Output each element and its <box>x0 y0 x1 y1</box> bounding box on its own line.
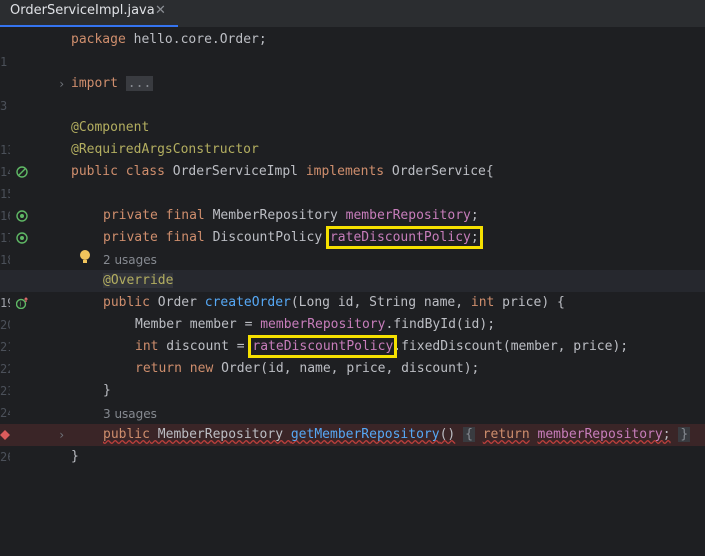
usages-hint[interactable]: 3 usages <box>103 405 157 423</box>
statement: .fixedDiscount(member, price); <box>393 339 629 354</box>
class-name: OrderServiceImpl <box>164 164 306 179</box>
editor-tab-bar: OrderServiceImpl.java ✕ <box>0 0 705 28</box>
keyword: public <box>71 164 118 179</box>
code-line: 3 › import ... <box>0 73 705 113</box>
keyword: public <box>103 295 150 310</box>
bean-icon[interactable] <box>16 210 28 222</box>
semicolon: ; <box>470 230 479 245</box>
keyword: private final <box>103 230 205 245</box>
code-line: 20 I public Order createOrder(Long id, S… <box>0 292 705 332</box>
interface-name: OrderService{ <box>384 164 494 179</box>
close-icon[interactable]: ✕ <box>155 3 166 18</box>
tab-orderserviceimpl[interactable]: OrderServiceImpl.java ✕ <box>0 0 178 27</box>
keyword: int <box>135 339 159 354</box>
code-line: 13 @Component <box>0 117 705 157</box>
semicolon: ; <box>662 427 671 442</box>
brace-fold[interactable]: { <box>463 427 475 442</box>
annotation: @RequiredArgsConstructor <box>71 142 259 157</box>
keyword: package <box>71 32 126 47</box>
field-type: MemberRepository <box>204 208 346 223</box>
keyword: return <box>135 361 182 376</box>
breakpoint-icon[interactable] <box>0 430 10 440</box>
annotation: @Override <box>103 273 174 288</box>
code-line: 15 public class OrderServiceImpl impleme… <box>0 161 705 201</box>
override-icon[interactable]: I <box>16 297 28 309</box>
params: price) { <box>494 295 565 310</box>
code-line: 16 <box>0 183 705 223</box>
code-line-current: 19 @Override <box>0 270 705 310</box>
return-type: MemberRepository <box>149 427 291 442</box>
code-line-breakpoint: 26 › public MemberRepository getMemberRe… <box>0 424 705 464</box>
code-line: } <box>0 446 705 468</box>
method-name: createOrder <box>204 295 291 310</box>
svg-text:I: I <box>19 301 21 309</box>
field-name-highlighted: rateDiscountPolicy <box>329 230 471 245</box>
keyword: public <box>103 427 150 442</box>
code-line: 1 package hello.core.Order; <box>0 29 705 69</box>
statement: Order(id, name, price, discount); <box>213 361 480 376</box>
semicolon: ; <box>470 208 479 223</box>
code-line: 14 @RequiredArgsConstructor <box>0 139 705 179</box>
keyword: return <box>482 427 530 442</box>
brace-fold[interactable]: } <box>678 427 691 442</box>
fold-expand-icon[interactable]: › <box>58 424 65 446</box>
brace: } <box>103 383 111 398</box>
line-number: 1 <box>0 55 8 69</box>
field-type: DiscountPolicy <box>204 230 330 245</box>
keyword: class <box>125 164 165 179</box>
field-ref-highlighted: rateDiscountPolicy <box>248 335 398 358</box>
tab-title: OrderServiceImpl.java <box>10 3 155 18</box>
line-number: 3 <box>0 99 8 113</box>
code-line: 18 private final DiscountPolicy rateDisc… <box>0 226 705 267</box>
keyword: int <box>470 295 495 310</box>
code-line: 21 Member member = memberRepository.find… <box>0 314 705 354</box>
code-line: 17 private final MemberRepository member… <box>0 205 705 245</box>
line-number: 24 <box>0 406 10 420</box>
return-type: Order <box>149 295 205 310</box>
code-line: 22 int discount = rateDiscountPolicy.fix… <box>0 335 705 376</box>
method-name: getMemberRepository <box>290 427 440 442</box>
keyword: private final <box>103 208 205 223</box>
statement: .findById(id); <box>385 317 496 332</box>
import-fold[interactable]: ... <box>125 76 154 91</box>
field-name: memberRepository <box>345 208 471 223</box>
field-ref: memberRepository <box>537 427 663 442</box>
fold-expand-icon[interactable]: › <box>58 73 65 95</box>
bean-icon[interactable] <box>16 232 28 244</box>
field-ref: memberRepository <box>260 317 386 332</box>
code-line: 23 return new Order(id, name, price, dis… <box>0 358 705 398</box>
keyword: new <box>189 361 214 376</box>
annotation: @Component <box>71 120 150 135</box>
code-editor[interactable]: 1 package hello.core.Order; 3 › import .… <box>0 28 705 466</box>
usages-hint[interactable]: 2 usages <box>103 251 157 269</box>
parens: () <box>439 427 456 442</box>
implemented-icon[interactable] <box>16 166 28 178</box>
keyword: import <box>71 76 118 91</box>
code-line: 24 } <box>0 380 705 420</box>
brace: } <box>71 449 79 464</box>
statement: Member member = <box>135 317 261 332</box>
keyword: implements <box>305 164 385 179</box>
params: (Long id, String name, <box>290 295 471 310</box>
statement: discount = <box>158 339 253 354</box>
bulb-icon[interactable] <box>79 249 91 265</box>
package-name: hello.core.Order; <box>125 32 267 47</box>
line-number: 18 <box>0 253 10 267</box>
